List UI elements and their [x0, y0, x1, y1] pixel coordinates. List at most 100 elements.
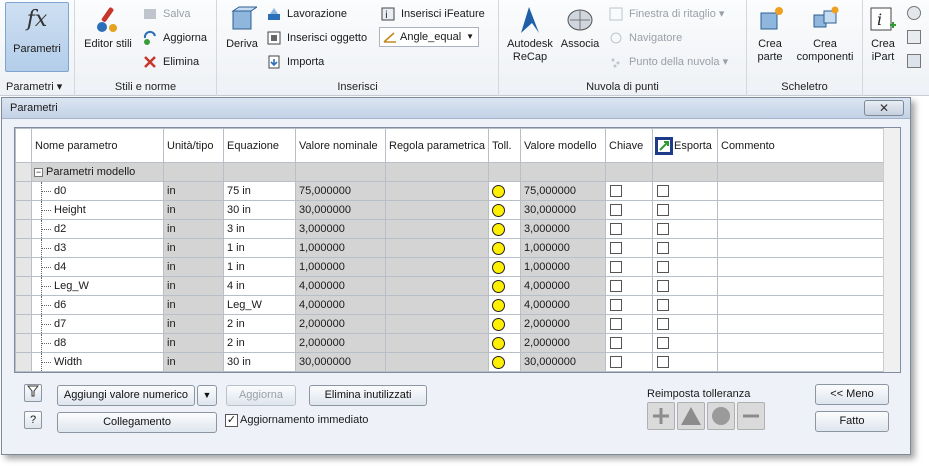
equation-cell[interactable]: 1 in [223, 257, 296, 277]
ribbon-group-label[interactable]: Parametri ▾ [0, 80, 74, 93]
comment-cell[interactable] [717, 295, 896, 315]
export-checkbox[interactable] [657, 204, 669, 217]
export-checkbox[interactable] [657, 280, 669, 293]
key-cell[interactable] [605, 219, 653, 239]
param-name-cell[interactable]: d8 [31, 333, 164, 353]
row-selector[interactable] [15, 352, 32, 372]
export-checkbox[interactable] [657, 356, 669, 369]
equation-cell[interactable]: 2 in [223, 314, 296, 334]
col-unita-tipo[interactable]: Unità/tipo [163, 128, 224, 163]
aggiungi-dropdown-button[interactable]: ▼ [197, 385, 217, 406]
salva-button[interactable]: Salva [141, 4, 191, 24]
tolerance-icon[interactable] [492, 355, 505, 369]
tolerance-cell[interactable] [488, 200, 521, 220]
elimina-inutilizzati-button[interactable]: Elimina inutilizzati [309, 385, 427, 406]
tolerance-icon[interactable] [492, 203, 505, 217]
export-cell[interactable] [652, 238, 718, 258]
elimina-button[interactable]: Elimina [141, 52, 199, 72]
key-cell[interactable] [605, 352, 653, 372]
key-checkbox[interactable] [610, 280, 622, 293]
row-selector[interactable] [15, 295, 32, 315]
export-checkbox[interactable] [657, 261, 669, 274]
key-checkbox[interactable] [610, 337, 622, 350]
row-selector[interactable] [15, 314, 32, 334]
comment-cell[interactable] [717, 257, 896, 277]
comment-cell[interactable] [717, 333, 896, 353]
key-cell[interactable] [605, 333, 653, 353]
tolerance-cell[interactable] [488, 238, 521, 258]
export-checkbox[interactable] [657, 223, 669, 236]
tolerance-icon[interactable] [492, 241, 505, 255]
equation-cell[interactable]: 30 in [223, 352, 296, 372]
table-row[interactable]: d3 in 1 in 1,000000 1,000000 [15, 238, 896, 258]
tol-median-button[interactable] [677, 402, 705, 430]
crea-componenti-button[interactable]: Crea componenti [791, 2, 859, 64]
vertical-scrollbar[interactable] [883, 128, 900, 372]
tolerance-cell[interactable] [488, 314, 521, 334]
export-cell[interactable] [652, 352, 718, 372]
export-checkbox[interactable] [657, 337, 669, 350]
group-name-cell[interactable]: − Parametri modello [31, 162, 164, 182]
export-cell[interactable] [652, 295, 718, 315]
collegamento-button[interactable]: Collegamento [57, 412, 217, 433]
tolerance-icon[interactable] [492, 336, 505, 350]
lavorazione-button[interactable]: Lavorazione [265, 4, 347, 24]
export-checkbox[interactable] [657, 318, 669, 331]
fatto-button[interactable]: Fatto [815, 411, 889, 432]
tol-upper-button[interactable] [647, 402, 675, 430]
key-checkbox[interactable] [610, 204, 622, 217]
dialog-titlebar[interactable]: Parametri ✕ [2, 98, 910, 119]
table-icon[interactable] [907, 54, 921, 68]
key-cell[interactable] [605, 200, 653, 220]
key-checkbox[interactable] [610, 185, 622, 198]
tolerance-icon[interactable] [492, 317, 505, 331]
tol-nominal-button[interactable] [707, 402, 735, 430]
tolerance-cell[interactable] [488, 219, 521, 239]
filter-button[interactable] [24, 384, 42, 402]
param-name-cell[interactable]: d7 [31, 314, 164, 334]
equation-cell[interactable]: 2 in [223, 333, 296, 353]
export-cell[interactable] [652, 181, 718, 201]
aggiorna-button[interactable]: Aggiorna [141, 28, 207, 48]
row-selector[interactable] [15, 257, 32, 277]
key-checkbox[interactable] [610, 223, 622, 236]
row-selector[interactable] [15, 219, 32, 239]
aggiungi-valore-numerico-button[interactable]: Aggiungi valore numerico [57, 385, 195, 406]
equation-cell[interactable]: 4 in [223, 276, 296, 296]
param-name-cell[interactable]: Width [31, 352, 164, 372]
close-button[interactable]: ✕ [864, 100, 904, 116]
meno-button[interactable]: << Meno [815, 384, 889, 405]
export-cell[interactable] [652, 333, 718, 353]
key-cell[interactable] [605, 314, 653, 334]
comment-cell[interactable] [717, 238, 896, 258]
crea-parte-button[interactable]: Crea parte [749, 2, 791, 64]
export-cell[interactable] [652, 314, 718, 334]
inserisci-ifeature-button[interactable]: i Inserisci iFeature [379, 4, 485, 24]
tolerance-icon[interactable] [492, 260, 505, 274]
grid-icon[interactable] [907, 30, 921, 44]
collapse-icon[interactable]: − [34, 167, 43, 177]
table-row[interactable]: d7 in 2 in 2,000000 2,000000 [15, 314, 896, 334]
comment-cell[interactable] [717, 181, 896, 201]
export-cell[interactable] [652, 219, 718, 239]
crea-ipart-button[interactable]: i Crea iPart [865, 2, 901, 64]
tolerance-cell[interactable] [488, 276, 521, 296]
equation-cell[interactable]: Leg_W [223, 295, 296, 315]
key-checkbox[interactable] [610, 299, 622, 312]
table-row[interactable]: d4 in 1 in 1,000000 1,000000 [15, 257, 896, 277]
comment-cell[interactable] [717, 314, 896, 334]
comment-cell[interactable] [717, 219, 896, 239]
key-cell[interactable] [605, 295, 653, 315]
angle-equal-dropdown[interactable]: Angle_equal ▼ [379, 27, 479, 47]
param-name-cell[interactable]: Height [31, 200, 164, 220]
importa-button[interactable]: Importa [265, 52, 324, 72]
tol-lower-button[interactable] [737, 402, 765, 430]
col-toll[interactable]: Toll. [488, 128, 521, 163]
row-selector[interactable] [15, 162, 32, 182]
comment-cell[interactable] [717, 200, 896, 220]
param-name-cell[interactable]: d3 [31, 238, 164, 258]
key-cell[interactable] [605, 276, 653, 296]
editor-stili-button[interactable]: Editor stili [78, 2, 138, 51]
key-checkbox[interactable] [610, 318, 622, 331]
export-checkbox[interactable] [657, 299, 669, 312]
